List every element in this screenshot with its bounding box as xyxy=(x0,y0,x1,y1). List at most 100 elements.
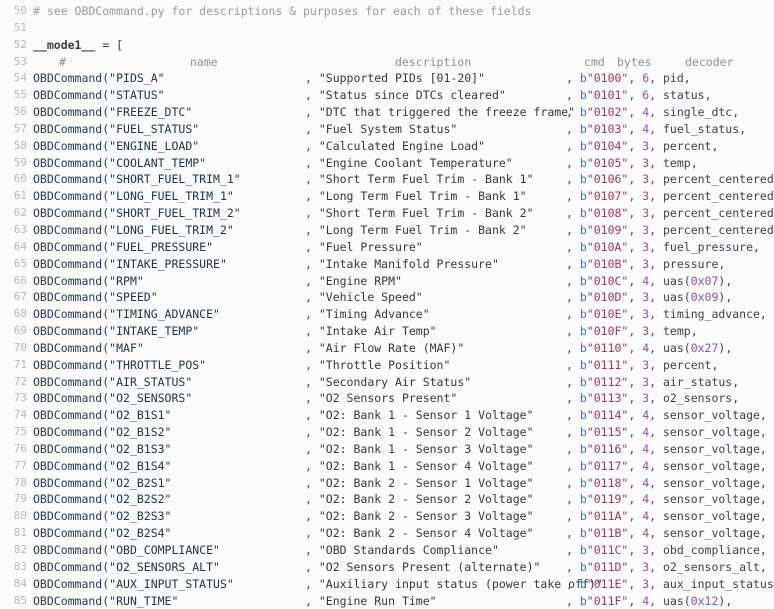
code-line: 63 OBDCommand("LONG_FUEL_TRIM_2", "Long T… xyxy=(0,222,774,239)
command-hex-code: "0116" xyxy=(586,441,629,456)
command-name-column: OBDCommand("O2_SENSORS_ALT" xyxy=(33,559,220,576)
comma-separator: , xyxy=(628,256,643,271)
code-line-content[interactable]: __mode1__ = [ xyxy=(33,37,774,54)
code-line: 79 OBDCommand("O2_B2S2", "O2: Bank 2 - Se… xyxy=(0,491,774,508)
command-name: "RUN_TIME" xyxy=(109,593,179,608)
command-bytes-decoder-column: , b"0109", 3, percent_centered, xyxy=(566,222,774,239)
decoder-name: temp, xyxy=(663,324,698,339)
bytes-literal-prefix: b xyxy=(579,391,587,406)
code-line: 55 OBDCommand("STATUS", "Status since DTC… xyxy=(0,87,774,104)
code-line: 77 OBDCommand("O2_B1S4", "O2: Bank 1 - Se… xyxy=(0,458,774,475)
bytes-literal-prefix: b xyxy=(579,374,587,389)
command-description-column: , "Air Flow Rate (MAF)" xyxy=(305,340,464,357)
code-line-content[interactable]: # see OBDCommand.py for descriptions & p… xyxy=(33,3,774,20)
command-description: "Long Term Fuel Trim - Bank 1" xyxy=(318,189,527,204)
comma-separator: , xyxy=(566,256,580,271)
decoder-name: percent, xyxy=(663,357,719,372)
comma-separator: , xyxy=(566,222,580,237)
comma-separator: , xyxy=(305,576,319,591)
command-hex-code: "011C" xyxy=(586,543,629,557)
code-line: 76 OBDCommand("O2_B1S3", "O2: Bank 1 - Se… xyxy=(0,441,774,458)
obd-command-call: OBDCommand( xyxy=(33,475,110,490)
comma-separator: , xyxy=(305,408,319,423)
command-name: "LONG_FUEL_TRIM_1" xyxy=(109,189,234,204)
code-line: 80 OBDCommand("O2_B2S3", "O2: Bank 2 - Se… xyxy=(0,508,774,525)
bytes-literal-prefix: b xyxy=(579,408,587,423)
command-bytes-decoder-column: , b"011B", 4, sensor_voltage, xyxy=(566,525,767,542)
command-name: "O2_B2S3" xyxy=(109,509,172,524)
obd-command-call: OBDCommand( xyxy=(33,172,110,187)
decoder-name: sensor_voltage, xyxy=(663,441,767,456)
comma-separator: , xyxy=(628,71,643,86)
command-description: "Short Term Fuel Trim - Bank 1" xyxy=(318,172,534,187)
code-line: 57 OBDCommand("FUEL_STATUS", "Fuel System… xyxy=(0,121,774,138)
bytes-literal-prefix: b xyxy=(579,138,587,153)
command-name: "O2_B1S3" xyxy=(109,441,172,456)
comma-separator: , xyxy=(649,71,663,86)
command-name-column: OBDCommand("ENGINE_LOAD" xyxy=(33,138,199,155)
comma-separator: , xyxy=(305,105,319,120)
comma-separator: , xyxy=(628,324,643,339)
command-name: "OBD_COMPLIANCE" xyxy=(109,543,220,557)
command-hex-code: "010C" xyxy=(586,273,629,288)
command-name-column: OBDCommand("FREEZE_DTC" xyxy=(33,104,192,121)
command-name: "RPM" xyxy=(109,273,144,288)
obd-command-call: OBDCommand( xyxy=(33,593,110,608)
comma-separator: , xyxy=(566,340,580,355)
comma-separator: , xyxy=(566,475,580,490)
comma-separator: , xyxy=(649,290,663,305)
obd-command-call: OBDCommand( xyxy=(33,408,110,423)
command-name: "AUX_INPUT_STATUS" xyxy=(109,576,234,591)
column-header-name: name xyxy=(190,54,218,69)
command-name: "O2_B2S2" xyxy=(109,492,172,507)
command-name-column: OBDCommand("SHORT_FUEL_TRIM_2" xyxy=(33,205,241,222)
line-number: 78 xyxy=(13,475,27,489)
obd-command-call: OBDCommand( xyxy=(33,391,110,406)
obd-command-call: OBDCommand( xyxy=(33,239,110,254)
comma-separator: , xyxy=(566,509,580,524)
comma-separator: , xyxy=(649,425,663,440)
command-name-column: OBDCommand("OBD_COMPLIANCE" xyxy=(33,542,220,559)
comma-separator: , xyxy=(566,559,580,574)
bytes-literal-prefix: b xyxy=(579,105,587,120)
command-description: "Intake Air Temp" xyxy=(318,324,437,339)
command-hex-code: "010F" xyxy=(586,324,629,339)
code-editor-view[interactable]: 50 # see OBDCommand.py for descriptions &… xyxy=(0,0,774,608)
command-description-column: , "Engine Run Time" xyxy=(305,593,437,609)
command-hex-code: "0110" xyxy=(586,340,629,355)
obd-command-call: OBDCommand( xyxy=(33,441,110,456)
line-number: 53 xyxy=(13,54,27,68)
bytes-literal-prefix: b xyxy=(579,256,587,271)
command-name-column: OBDCommand("O2_B2S1" xyxy=(33,475,171,492)
line-number: 50 xyxy=(13,4,27,17)
command-description-column: , "Auxiliary input status (power take of… xyxy=(305,576,603,593)
command-hex-code: "0115" xyxy=(586,425,629,440)
command-description-column: , "Short Term Fuel Trim - Bank 2" xyxy=(305,205,534,222)
obd-command-call: OBDCommand( xyxy=(33,138,110,153)
comma-separator: , xyxy=(566,458,580,473)
comma-separator: , xyxy=(628,172,643,187)
decoder-name-suffix: ), xyxy=(718,290,733,305)
comma-separator: , xyxy=(566,408,580,423)
obd-command-call: OBDCommand( xyxy=(33,458,110,473)
decoder-hex-arg: 0x12 xyxy=(690,593,719,608)
comma-separator: , xyxy=(649,256,663,271)
comma-separator: , xyxy=(566,593,580,608)
command-description-column: , "Calculated Engine Load" xyxy=(305,138,485,155)
assignment-operator: = xyxy=(95,37,117,52)
comma-separator: , xyxy=(628,543,643,557)
obd-command-call: OBDCommand( xyxy=(33,425,110,440)
code-line: 81 OBDCommand("O2_B2S4", "O2: Bank 2 - Se… xyxy=(0,525,774,542)
command-description-column: , "DTC that triggered the freeze frame" xyxy=(305,104,575,121)
comma-separator: , xyxy=(305,559,319,574)
command-name: "INTAKE_TEMP" xyxy=(109,324,200,339)
command-hex-code: "010B" xyxy=(586,256,629,271)
comma-separator: , xyxy=(628,391,643,406)
bytes-literal-prefix: b xyxy=(579,71,587,86)
command-description-column: , "Engine Coolant Temperature" xyxy=(305,155,513,172)
comma-separator: , xyxy=(649,526,663,541)
command-name-column: OBDCommand("INTAKE_TEMP" xyxy=(33,323,199,340)
obd-command-call: OBDCommand( xyxy=(33,88,110,103)
comma-separator: , xyxy=(628,509,643,524)
command-hex-code: "0100" xyxy=(586,71,629,86)
